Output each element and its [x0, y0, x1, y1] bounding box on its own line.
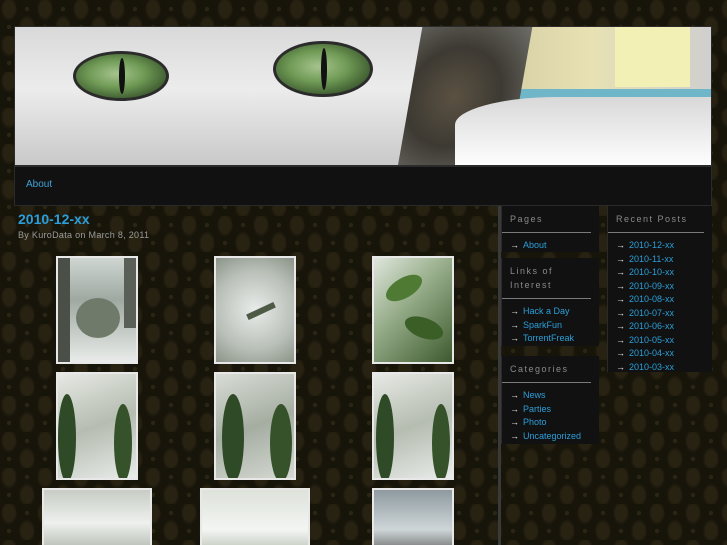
gallery-thumbnail[interactable] — [372, 256, 454, 364]
recent-post-item[interactable]: → 2010-12-xx — [616, 239, 712, 253]
sidebar-links-heading: Links of Interest — [502, 258, 591, 299]
recent-post-item[interactable]: → 2010-07-xx — [616, 307, 712, 321]
arrow-right-icon: → — [616, 267, 625, 277]
arrow-right-icon: → — [616, 240, 625, 250]
arrow-right-icon: → — [510, 390, 519, 400]
recent-post-item[interactable]: → 2010-09-xx — [616, 280, 712, 294]
arrow-right-icon: → — [510, 319, 519, 330]
arrow-right-icon: → — [616, 321, 625, 331]
sidebar-link-item[interactable]: → SparkFun — [510, 319, 599, 333]
header-banner-image — [14, 26, 712, 166]
arrow-right-icon: → — [510, 240, 519, 250]
arrow-right-icon: → — [510, 417, 519, 427]
post-title[interactable]: 2010-12-xx — [18, 211, 90, 227]
cat-eye-left — [73, 51, 169, 101]
sidebar-recent-heading: Recent Posts — [608, 206, 704, 233]
sidebar-categories-heading: Categories — [502, 356, 591, 383]
arrow-right-icon: → — [616, 348, 625, 358]
gallery-thumbnail[interactable] — [42, 488, 152, 545]
sidebar-link-item[interactable]: → TorrentFreak — [510, 332, 599, 346]
sidebar-category-item[interactable]: → Photo — [510, 416, 599, 430]
arrow-right-icon: → — [616, 307, 625, 318]
nav-link-about[interactable]: About — [26, 179, 52, 190]
gallery-thumbnail[interactable] — [200, 488, 310, 545]
gallery-thumbnail[interactable] — [56, 256, 138, 364]
recent-post-item[interactable]: → 2010-11-xx — [616, 253, 712, 267]
navigation-bar: About — [14, 166, 712, 206]
cat-eye-right — [273, 41, 373, 97]
post-meta: By KuroData on March 8, 2011 — [18, 230, 150, 240]
recent-post-item[interactable]: → 2010-03-xx — [616, 361, 712, 375]
arrow-right-icon: → — [510, 403, 519, 414]
sidebar-category-item[interactable]: → News — [510, 389, 599, 403]
recent-post-item[interactable]: → 2010-05-xx — [616, 334, 712, 348]
sidebar-pages-heading: Pages — [502, 206, 591, 233]
recent-post-item[interactable]: → 2010-10-xx — [616, 266, 712, 280]
sidebar-recent-posts-widget: Recent Posts → 2010-12-xx → 2010-11-xx → 20… — [607, 206, 712, 372]
gallery-thumbnail[interactable] — [214, 256, 296, 364]
sidebar-page-item[interactable]: → About — [510, 239, 599, 253]
arrow-right-icon: → — [616, 280, 625, 291]
gallery-thumbnail[interactable] — [214, 372, 296, 480]
sidebar-links-widget: Links of Interest → Hack a Day → SparkFun … — [501, 258, 599, 346]
sidebar-category-item[interactable]: → Uncategorized — [510, 430, 599, 444]
banner-window-light — [615, 27, 690, 87]
arrow-right-icon: → — [616, 294, 625, 304]
arrow-right-icon: → — [616, 253, 625, 264]
arrow-right-icon: → — [616, 361, 625, 372]
gallery-thumbnail[interactable] — [372, 488, 454, 545]
recent-post-item[interactable]: → 2010-06-xx — [616, 320, 712, 334]
sidebar-pages-widget: Pages → About — [501, 206, 599, 252]
gallery-thumbnail[interactable] — [372, 372, 454, 480]
recent-post-item[interactable]: → 2010-04-xx — [616, 347, 712, 361]
arrow-right-icon: → — [616, 334, 625, 345]
sidebar-link-item[interactable]: → Hack a Day — [510, 305, 599, 319]
recent-post-item[interactable]: → 2010-08-xx — [616, 293, 712, 307]
sidebar-categories-widget: Categories → News → Parties → Photo → Uncate… — [501, 356, 599, 444]
arrow-right-icon: → — [510, 333, 519, 343]
sidebar-category-item[interactable]: → Parties — [510, 403, 599, 417]
gallery-thumbnail[interactable] — [56, 372, 138, 480]
cat-fur-front — [455, 97, 711, 165]
arrow-right-icon: → — [510, 306, 519, 316]
arrow-right-icon: → — [510, 430, 519, 441]
